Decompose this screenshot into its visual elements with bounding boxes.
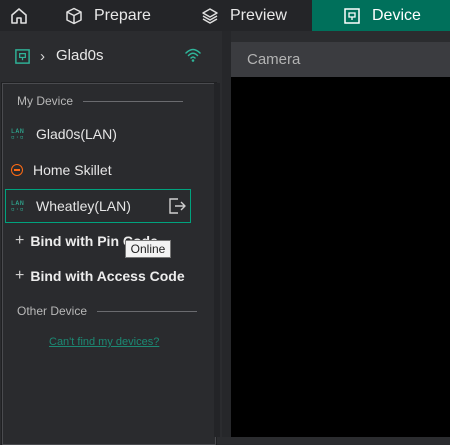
panel-divider <box>222 31 231 437</box>
my-device-label: My Device <box>17 94 74 108</box>
bind-access-label: Bind with Access Code <box>30 268 185 284</box>
device-item-label: Home Skillet <box>33 162 112 178</box>
lan-icon-text: LAN <box>11 199 25 207</box>
camera-title: Camera <box>247 51 301 68</box>
home-icon <box>11 7 27 24</box>
device-item-home-skillet[interactable]: Home Skillet <box>11 162 112 178</box>
device-dropdown: My Device LAN ▫·▫ Glad0s(LAN) Home Skille… <box>2 83 216 445</box>
divider <box>97 310 198 312</box>
tab-device-label: Device <box>372 6 421 24</box>
cube-icon <box>64 6 84 26</box>
scrollbar[interactable] <box>214 83 220 437</box>
offline-icon <box>11 164 23 176</box>
home-button[interactable] <box>0 0 38 31</box>
device-item-wheatley[interactable]: LAN ▫·▫ Wheatley(LAN) <box>11 198 131 214</box>
tab-device[interactable]: Device <box>312 0 450 31</box>
camera-header: Camera <box>231 42 450 77</box>
other-device-label: Other Device <box>17 304 88 318</box>
camera-panel: Camera <box>231 42 450 437</box>
layers-icon <box>200 6 220 26</box>
printer-device-icon <box>14 48 31 70</box>
plus-icon: + <box>15 232 25 249</box>
tab-prepare[interactable]: Prepare <box>64 0 151 31</box>
tab-prepare-label: Prepare <box>94 6 151 24</box>
device-selector[interactable]: › Glad0s <box>0 31 222 83</box>
plus-icon: + <box>15 267 25 284</box>
cant-find-devices-link[interactable]: Can't find my devices? <box>49 336 159 348</box>
wifi-icon <box>184 46 202 69</box>
tab-preview-label: Preview <box>230 6 287 24</box>
tab-preview[interactable]: Preview <box>200 0 287 31</box>
chevron-right-icon: › <box>40 48 45 65</box>
online-tooltip: Online <box>125 240 171 258</box>
current-device-name: Glad0s <box>56 47 104 64</box>
device-item-glad0s[interactable]: LAN ▫·▫ Glad0s(LAN) <box>11 126 117 142</box>
device-item-label: Wheatley(LAN) <box>36 198 131 214</box>
my-device-section: My Device <box>17 94 184 108</box>
top-nav-bar: Prepare Preview Device <box>0 0 450 31</box>
other-device-section: Other Device <box>17 304 198 318</box>
divider <box>83 100 184 102</box>
lan-icon: LAN ▫·▫ <box>11 199 25 213</box>
lan-icon-text: LAN <box>11 127 25 135</box>
bind-access-code-button[interactable]: + Bind with Access Code <box>15 267 185 285</box>
device-panel: › Glad0s My Device LAN ▫·▫ Glad0s(LAN) Ho… <box>0 31 222 445</box>
device-item-label: Glad0s(LAN) <box>36 126 117 142</box>
lan-icon: LAN ▫·▫ <box>11 127 25 141</box>
printer-device-icon <box>342 6 362 26</box>
logout-icon[interactable] <box>167 197 187 220</box>
